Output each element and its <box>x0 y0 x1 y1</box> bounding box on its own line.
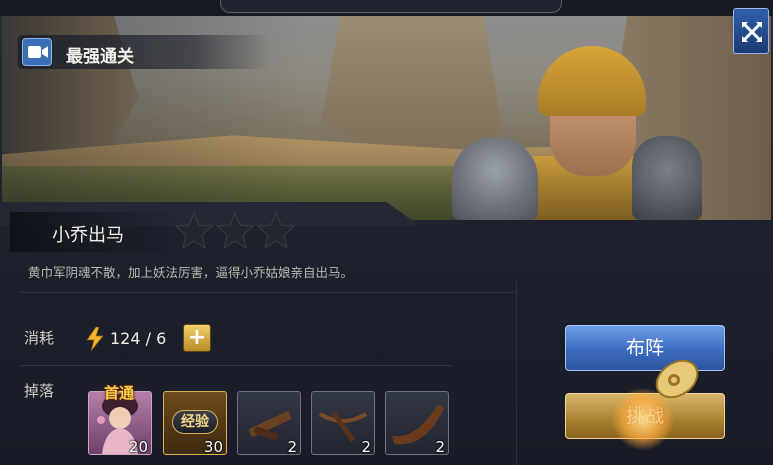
drop-item-count: 20 <box>128 438 148 456</box>
column-divider <box>516 280 517 465</box>
drop-item-count: 30 <box>203 438 223 456</box>
drops-label: 掉落 <box>24 382 55 400</box>
drop-item-count: 2 <box>361 438 371 456</box>
stage-description: 黄巾军阴魂不散，加上妖法厉害，逼得小乔姑娘亲自出马。 <box>28 265 354 280</box>
plus-icon: + <box>187 325 207 350</box>
star-rating <box>174 210 296 254</box>
star-empty-icon <box>215 211 255 250</box>
drop-item-horn[interactable]: 2 <box>385 391 449 456</box>
chapter-title-tab <box>220 0 562 13</box>
experience-badge: 经验 <box>172 410 218 434</box>
expand-cross-icon <box>742 22 762 42</box>
stage-detail-panel: 最强通关 小乔出马 黄巾军阴魂不散，加上妖法厉害，逼得小乔姑娘亲自出马。 消耗 … <box>0 0 773 465</box>
drop-item-count: 2 <box>287 438 297 456</box>
expand-close-button[interactable] <box>733 8 769 54</box>
star-empty-icon <box>256 211 296 250</box>
cost-label: 消耗 <box>24 329 55 347</box>
drop-item-experience[interactable]: 经验 30 <box>163 391 227 456</box>
section-divider <box>20 292 515 293</box>
sweep-token-icon <box>655 359 699 399</box>
add-stamina-button[interactable]: + <box>183 324 211 352</box>
best-clear-label[interactable]: 最强通关 <box>66 42 134 67</box>
video-camera-icon[interactable] <box>22 38 52 66</box>
star-empty-icon <box>174 211 214 250</box>
stage-title: 小乔出马 <box>52 225 124 246</box>
row-divider <box>20 365 452 366</box>
drop-item-crossbow[interactable]: 2 <box>311 391 375 456</box>
lightning-icon <box>86 327 104 351</box>
drop-item-count: 2 <box>435 438 445 456</box>
drop-item-crossbow-part[interactable]: 2 <box>237 391 301 456</box>
stamina-cost-value: 124 / 6 <box>110 329 167 348</box>
best-clear-bar[interactable] <box>18 35 268 69</box>
first-clear-tag: 首通 <box>104 384 135 402</box>
